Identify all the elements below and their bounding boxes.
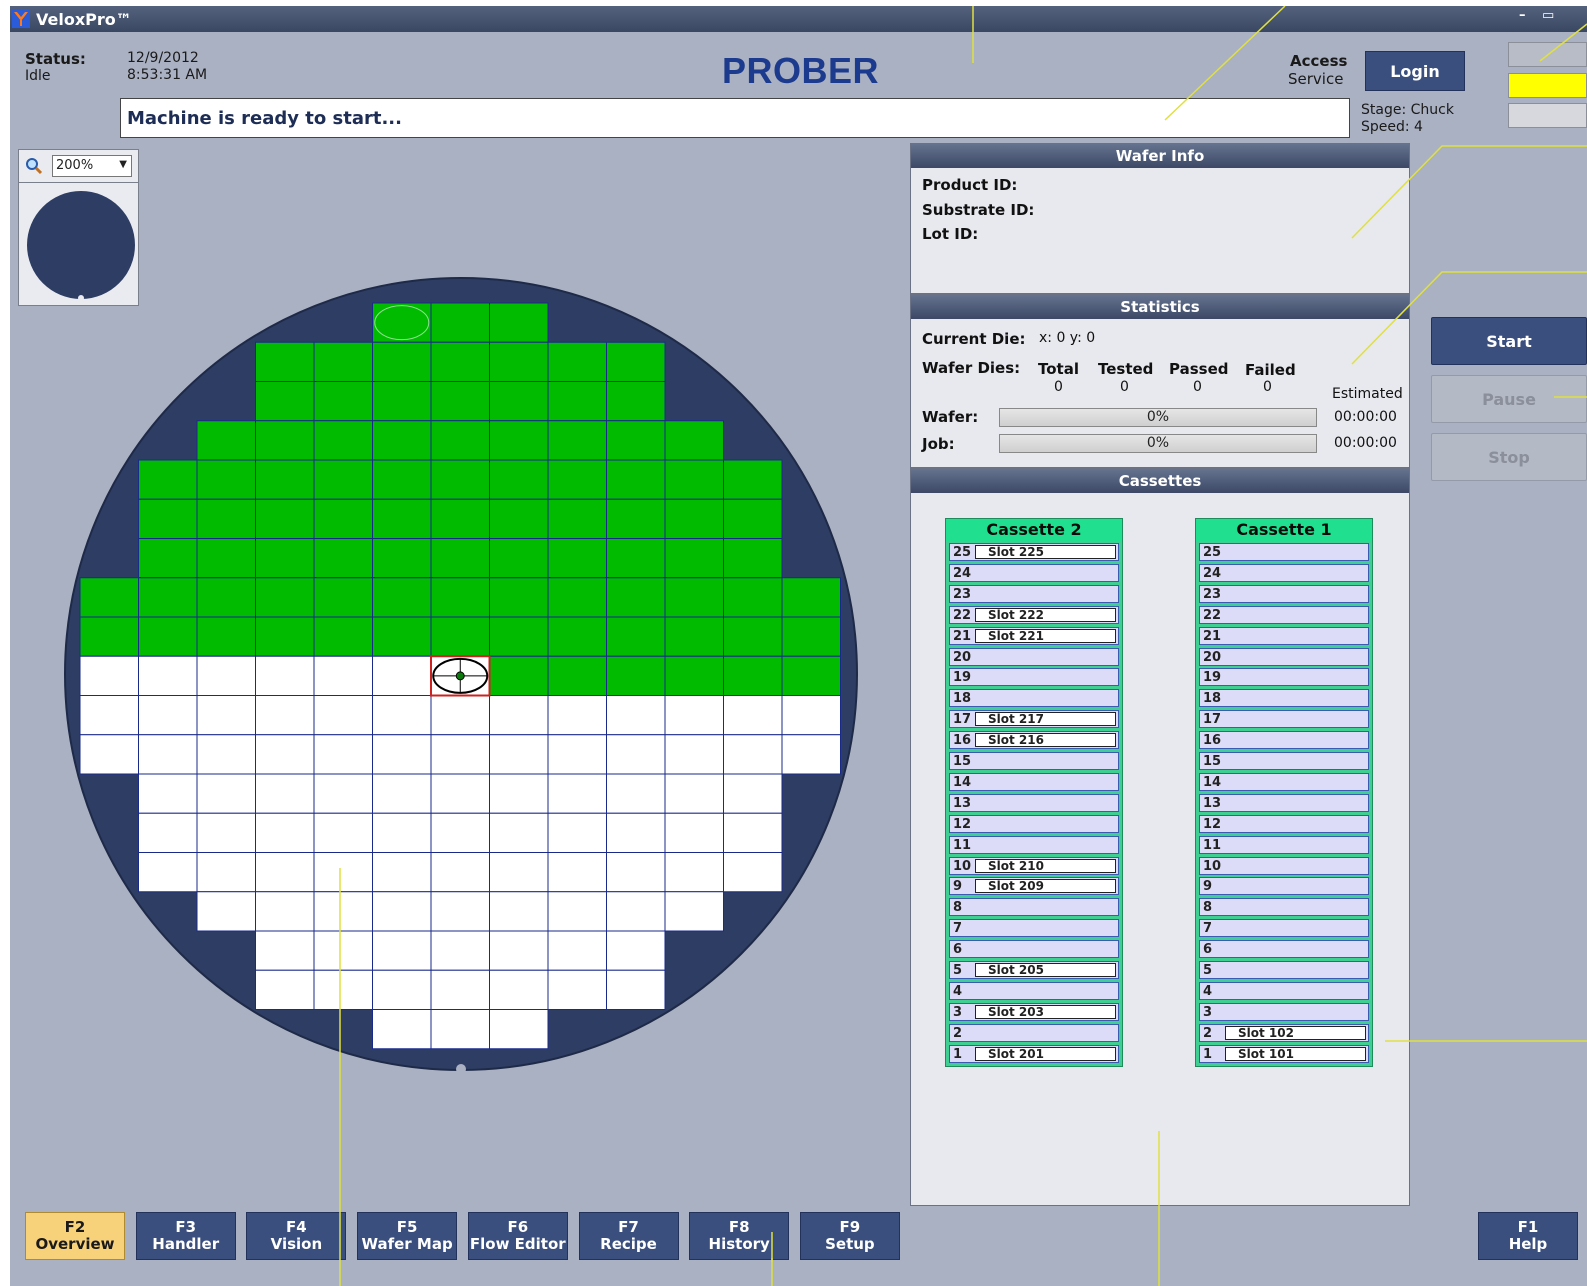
callout-lines — [339, 6, 1587, 1286]
prober-window: VeloxPro™ – ▭ Status: Idle 12/9/2012 8:5… — [10, 6, 1587, 1286]
